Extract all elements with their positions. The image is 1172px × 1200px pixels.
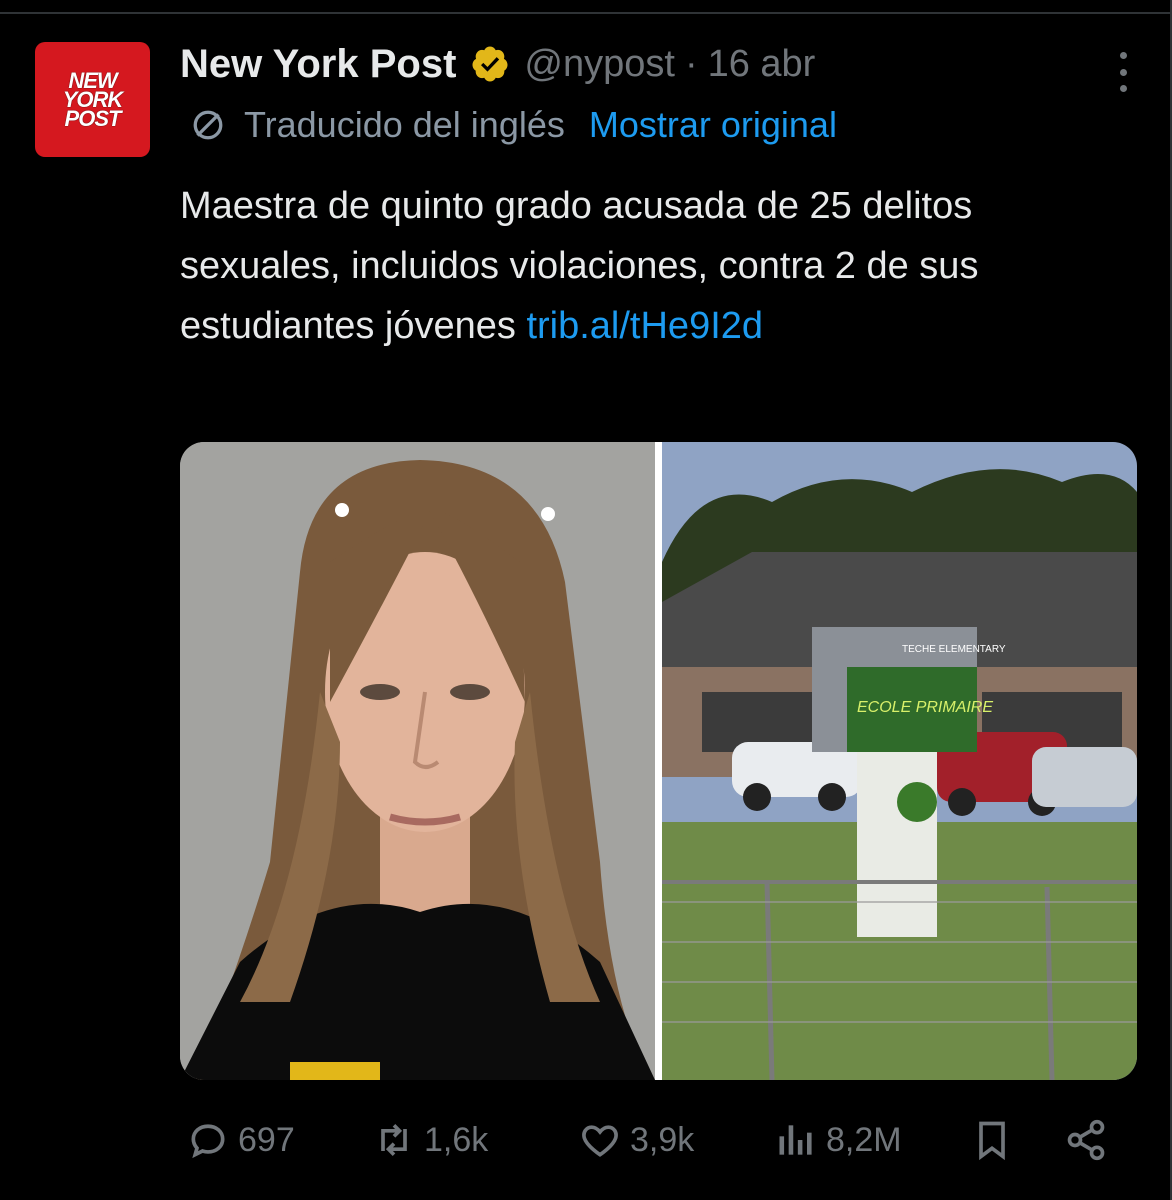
bookmark-button[interactable] — [970, 1112, 1014, 1168]
account-handle[interactable]: @nypost — [524, 43, 675, 86]
share-icon — [1067, 1119, 1105, 1161]
translate-icon — [193, 110, 223, 140]
avatar[interactable]: NEW YORK POST — [35, 42, 150, 157]
translation-label: Traducido del inglés — [244, 104, 565, 145]
school-illustration: TECHE ELEMENTARY ECOLE PRIMAIRE — [662, 442, 1137, 1080]
like-count: 3,9k — [630, 1120, 695, 1159]
avatar-logo: NEW YORK POST — [62, 68, 124, 131]
tweet-header: New York Post @nypost · 16 abr — [180, 40, 815, 88]
sign-top-label: TECHE ELEMENTARY — [902, 644, 1006, 655]
repost-icon — [381, 1124, 407, 1156]
views-icon — [779, 1125, 812, 1155]
reply-action[interactable]: 697 — [186, 1112, 295, 1168]
more-dot — [1119, 52, 1127, 59]
more-dot — [1119, 85, 1127, 92]
reply-count: 697 — [238, 1120, 295, 1159]
tweet-link[interactable]: trib.al/tHe9I2d — [526, 305, 763, 347]
verified-badge-icon — [472, 46, 508, 82]
media-divider — [655, 442, 662, 1080]
views-count: 8,2M — [826, 1120, 902, 1159]
mugshot-photo[interactable] — [180, 442, 655, 1080]
top-divider — [0, 12, 1172, 14]
more-dot — [1119, 68, 1127, 76]
reply-icon — [191, 1124, 225, 1159]
tweet-media[interactable]: TECHE ELEMENTARY ECOLE PRIMAIRE — [180, 442, 1137, 1080]
show-original-link[interactable]: Mostrar original — [589, 104, 837, 146]
repost-count: 1,6k — [424, 1120, 489, 1159]
views-action[interactable]: 8,2M — [774, 1112, 902, 1168]
tweet-text: Maestra de quinto grado acusada de 25 de… — [180, 176, 1130, 356]
school-building-photo[interactable]: TECHE ELEMENTARY ECOLE PRIMAIRE — [662, 442, 1137, 1080]
tweet-date[interactable]: 16 abr — [708, 43, 816, 86]
share-button[interactable] — [1064, 1112, 1108, 1168]
sign-board-label: ECOLE PRIMAIRE — [857, 699, 993, 716]
heart-icon — [582, 1125, 618, 1157]
repost-action[interactable]: 1,6k — [372, 1112, 488, 1168]
more-options-icon[interactable] — [1116, 52, 1130, 92]
like-action[interactable]: 3,9k — [578, 1112, 694, 1168]
bookmark-icon — [979, 1121, 1005, 1161]
account-name[interactable]: New York Post — [180, 42, 456, 87]
tweet-actions: 697 1,6k 3,9k 8,2M — [180, 1112, 1115, 1168]
mugshot-illustration — [180, 442, 655, 1080]
separator-dot: · — [684, 42, 698, 85]
translation-row: Traducido del inglés Mostrar original — [190, 104, 837, 146]
